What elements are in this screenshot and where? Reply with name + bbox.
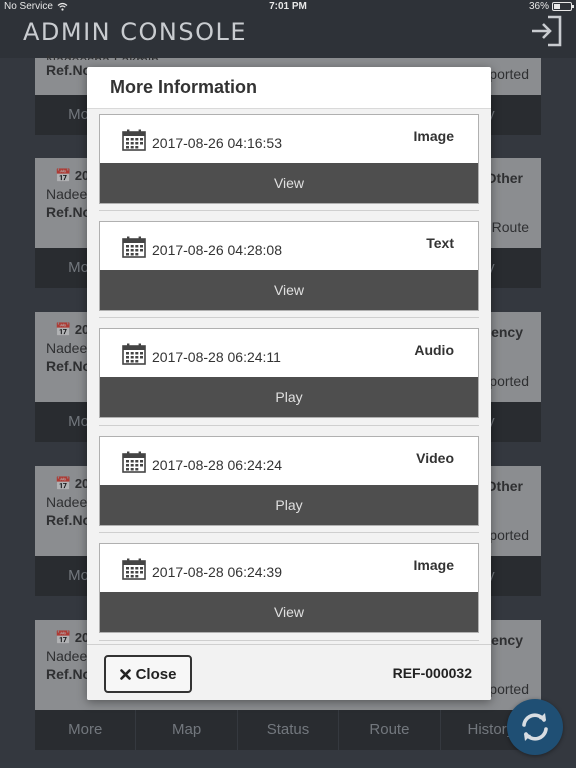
modal-header: More Information: [87, 67, 491, 109]
calendar-icon: [122, 129, 146, 151]
refresh-button[interactable]: [507, 699, 563, 755]
view-button[interactable]: View: [100, 270, 478, 310]
divider: [99, 640, 479, 641]
item-datetime: 2017-08-28 06:24:11: [152, 349, 281, 365]
play-button[interactable]: Play: [100, 377, 478, 417]
item-type: Video: [416, 450, 454, 466]
view-button[interactable]: View: [100, 163, 478, 203]
status-time: 7:01 PM: [269, 1, 307, 12]
media-item: 2017-08-28 06:24:24 Video Play: [99, 436, 479, 526]
logout-icon: [532, 15, 562, 47]
item-datetime: 2017-08-28 06:24:39: [152, 564, 282, 580]
item-type: Text: [426, 235, 454, 251]
reference-code: REF-000032: [392, 665, 472, 681]
divider: [99, 210, 479, 211]
close-button[interactable]: Close: [104, 655, 192, 693]
item-type: Image: [413, 128, 454, 144]
app-title: ADMIN CONSOLE: [23, 18, 248, 46]
close-label: Close: [135, 665, 177, 683]
play-button[interactable]: Play: [100, 485, 478, 525]
item-datetime: 2017-08-28 06:24:24: [152, 457, 282, 473]
calendar-icon: [122, 558, 146, 580]
battery-percent: 36%: [528, 1, 549, 12]
divider: [99, 317, 479, 318]
media-item: 2017-08-26 04:28:08 Text View: [99, 221, 479, 311]
media-item: 2017-08-28 06:24:39 Image View: [99, 543, 479, 633]
divider: [99, 532, 479, 533]
item-datetime: 2017-08-26 04:28:08: [152, 242, 282, 258]
item-datetime: 2017-08-26 04:16:53: [152, 135, 282, 151]
status-right: 36%: [528, 1, 574, 12]
battery-fill: [554, 4, 560, 9]
item-type: Image: [413, 557, 454, 573]
status-bar: No Service 7:01 PM 36%: [0, 0, 576, 14]
view-button[interactable]: View: [100, 592, 478, 632]
media-item: 2017-08-26 04:16:53 Image View: [99, 114, 479, 204]
refresh-icon: [522, 713, 548, 741]
logout-button[interactable]: [528, 14, 564, 48]
item-type: Audio: [414, 342, 454, 358]
calendar-icon: [122, 451, 146, 473]
calendar-icon: [122, 236, 146, 258]
battery-icon: [552, 2, 574, 11]
modal-body[interactable]: 2017-08-26 04:16:53 Image View 2017-08-2…: [87, 109, 491, 644]
modal-footer: Close REF-000032: [87, 644, 491, 700]
modal-title: More Information: [110, 77, 257, 97]
more-information-modal: More Information 2017-08-26 04:16:53 Ima…: [87, 67, 491, 700]
close-icon: [119, 668, 131, 680]
media-item: 2017-08-28 06:24:11 Audio Play: [99, 328, 479, 418]
calendar-icon: [122, 343, 146, 365]
divider: [99, 425, 479, 426]
